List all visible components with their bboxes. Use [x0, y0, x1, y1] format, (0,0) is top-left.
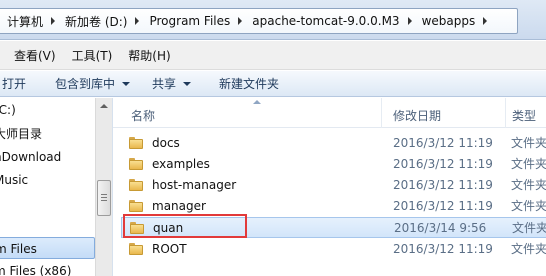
breadcrumb-drive-d[interactable]: 新加卷 (D:) [63, 13, 129, 30]
include-in-library-label: 包含到库中 [55, 77, 116, 91]
file-date: 2016/3/12 11:19 [393, 199, 493, 213]
chevron-right-icon[interactable] [483, 17, 488, 25]
nav-item-music[interactable]: Music [0, 169, 95, 191]
menu-tools[interactable]: 工具(T) [64, 47, 121, 64]
chevron-right-icon[interactable] [238, 17, 243, 25]
open-button[interactable]: 打开 [2, 75, 26, 92]
folder-icon [129, 179, 143, 191]
nav-item-label: nDownload [0, 150, 62, 164]
share-label: 共享 [152, 77, 177, 91]
file-name: examples [152, 157, 210, 171]
file-row-host-manager[interactable]: host-manager 2016/3/12 11:19 文件夹 [121, 175, 546, 196]
nav-item-label: (C:) [0, 103, 16, 117]
scroll-up-icon[interactable] [100, 104, 108, 108]
nav-item-label: Music [0, 173, 29, 187]
folder-icon [129, 158, 143, 170]
chevron-down-icon [122, 81, 131, 86]
column-header-name[interactable]: 名称 [131, 107, 155, 124]
file-date: 2016/3/12 11:19 [393, 178, 493, 192]
file-type: 文件夹 [511, 199, 546, 213]
chevron-right-icon[interactable] [407, 17, 412, 25]
file-row-examples[interactable]: examples 2016/3/12 11:19 文件夹 [121, 154, 546, 175]
file-type: 文件夹 [511, 242, 546, 256]
new-folder-label: 新建文件夹 [219, 77, 280, 91]
chevron-right-icon[interactable] [51, 17, 56, 25]
new-folder-button[interactable]: 新建文件夹 [219, 75, 279, 92]
chevron-right-icon[interactable] [135, 17, 140, 25]
column-divider[interactable] [381, 98, 382, 128]
file-date: 2016/3/12 11:19 [393, 242, 493, 256]
menu-help[interactable]: 帮助(H) [120, 47, 178, 64]
column-divider[interactable] [505, 98, 506, 128]
nav-item-download[interactable]: nDownload [0, 146, 95, 168]
nav-item-label: m Files (x86) [0, 264, 72, 276]
folder-icon [129, 200, 143, 212]
open-label: 打开 [2, 77, 27, 91]
file-type: 文件夹 [512, 221, 546, 235]
command-bar: 打开 包含到库中 共享 新建文件夹 [0, 71, 546, 97]
nav-item-program-files-x86[interactable]: m Files (x86) [0, 260, 95, 276]
column-header-row: 名称 修改日期 类型 [113, 98, 546, 128]
column-header-type[interactable]: 类型 [512, 107, 536, 124]
file-type: 文件夹 [511, 136, 546, 150]
breadcrumb-tomcat[interactable]: apache-tomcat-9.0.0.M3 [250, 14, 401, 28]
nav-item-blank-2[interactable] [0, 214, 95, 236]
nav-item-label: m Files [0, 242, 37, 256]
address-bar: 计算机 新加卷 (D:) Program Files apache-tomcat… [0, 0, 546, 40]
breadcrumb-computer[interactable]: 计算机 [5, 13, 45, 30]
grip-line [101, 200, 107, 201]
grip-line [101, 197, 107, 198]
breadcrumb[interactable]: 计算机 新加卷 (D:) Program Files apache-tomcat… [0, 8, 518, 34]
file-date: 2016/3/12 11:19 [393, 136, 493, 150]
file-type: 文件夹 [511, 178, 546, 192]
file-name: ROOT [152, 242, 187, 256]
sort-ascending-icon [253, 100, 261, 104]
file-row-docs[interactable]: docs 2016/3/12 11:19 文件夹 [121, 133, 546, 154]
folder-icon [129, 243, 143, 255]
nav-item-program-files[interactable]: m Files [0, 237, 95, 259]
chevron-down-icon [183, 81, 192, 86]
breadcrumb-program-files[interactable]: Program Files [147, 14, 232, 28]
column-header-date[interactable]: 修改日期 [393, 107, 441, 124]
nav-item-drive-c[interactable]: (C:) [0, 99, 95, 121]
file-date: 2016/3/14 9:56 [394, 221, 487, 235]
share-button[interactable]: 共享 [152, 75, 192, 92]
menu-bar: 查看(V) 工具(T) 帮助(H) [0, 41, 546, 70]
nav-item-label: 大师目录 [0, 127, 43, 141]
scrollbar-thumb[interactable] [97, 180, 111, 216]
file-type: 文件夹 [511, 157, 546, 171]
navigation-pane: (C:) 大师目录 nDownload Music m Files m File… [0, 98, 113, 276]
grip-line [101, 194, 107, 195]
menu-view[interactable]: 查看(V) [6, 47, 64, 64]
file-date: 2016/3/12 11:19 [393, 157, 493, 171]
annotation-highlight-box [123, 214, 247, 238]
file-row-root[interactable]: ROOT 2016/3/12 11:19 文件夹 [121, 239, 546, 260]
file-name: docs [152, 136, 180, 150]
file-list: 名称 修改日期 类型 docs 2016/3/12 11:19 文件夹 exam… [113, 98, 546, 276]
breadcrumb-webapps[interactable]: webapps [420, 14, 478, 28]
nav-item-master-directory[interactable]: 大师目录 [0, 123, 95, 145]
include-in-library-button[interactable]: 包含到库中 [55, 75, 131, 92]
file-name: host-manager [152, 178, 237, 192]
nav-scrollbar[interactable] [95, 98, 112, 276]
nav-item-blank-1[interactable] [0, 192, 95, 214]
folder-icon [129, 137, 143, 149]
